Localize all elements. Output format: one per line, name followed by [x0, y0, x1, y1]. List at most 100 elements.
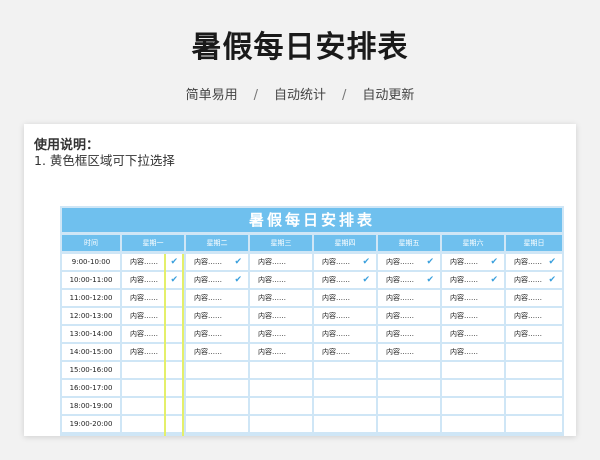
schedule-cell[interactable]: [186, 362, 248, 378]
schedule-cell[interactable]: 内容……: [378, 344, 440, 360]
column-header: 星期四: [314, 235, 376, 251]
schedule-cell[interactable]: [506, 344, 562, 360]
schedule-cell[interactable]: [378, 380, 440, 396]
schedule-cell[interactable]: 内容…… ✔: [314, 254, 376, 270]
cell-content: 内容……: [322, 258, 350, 266]
schedule-cell[interactable]: 内容……: [314, 326, 376, 342]
schedule-cell[interactable]: [250, 380, 312, 396]
check-icon[interactable]: ✔: [170, 272, 178, 288]
schedule-cell[interactable]: 内容……: [250, 254, 312, 270]
schedule-cell[interactable]: 内容……: [122, 290, 184, 306]
check-icon[interactable]: ✔: [548, 254, 556, 270]
schedule-cell[interactable]: 内容……: [122, 308, 184, 324]
feature-auto-update: 自动更新: [362, 88, 415, 103]
cell-content: 内容……: [514, 294, 542, 302]
schedule-cell[interactable]: 内容……: [250, 308, 312, 324]
check-icon[interactable]: ✔: [490, 272, 498, 288]
check-icon[interactable]: ✔: [426, 254, 434, 270]
check-icon[interactable]: ✔: [362, 272, 370, 288]
cell-content: 内容……: [258, 330, 286, 338]
check-icon[interactable]: ✔: [170, 254, 178, 270]
schedule-cell[interactable]: 内容……: [186, 290, 248, 306]
schedule-cell[interactable]: 内容……: [250, 290, 312, 306]
schedule-cell[interactable]: 内容……: [378, 308, 440, 324]
schedule-cell[interactable]: 内容……: [250, 344, 312, 360]
schedule-cell[interactable]: 内容……: [186, 326, 248, 342]
schedule-cell[interactable]: [314, 380, 376, 396]
check-icon[interactable]: ✔: [234, 254, 242, 270]
schedule-cell[interactable]: 内容……: [378, 326, 440, 342]
cell-content: 内容……: [194, 276, 222, 284]
schedule-cell[interactable]: 内容……: [506, 290, 562, 306]
schedule-cell[interactable]: [506, 362, 562, 378]
schedule-cell[interactable]: [378, 398, 440, 414]
schedule-cell[interactable]: 内容……: [250, 326, 312, 342]
check-icon[interactable]: ✔: [490, 254, 498, 270]
column-header: 时间: [62, 235, 120, 251]
schedule-cell[interactable]: [442, 398, 504, 414]
schedule-cell[interactable]: 内容……: [506, 308, 562, 324]
schedule-cell[interactable]: [314, 398, 376, 414]
cell-content: 内容……: [258, 348, 286, 356]
schedule-cell[interactable]: 内容……: [122, 326, 184, 342]
schedule-cell[interactable]: [250, 398, 312, 414]
schedule-cell[interactable]: 内容……: [186, 308, 248, 324]
schedule-cell[interactable]: 内容…… ✔: [122, 254, 184, 270]
schedule-cell[interactable]: [122, 416, 184, 432]
schedule-cell[interactable]: [442, 362, 504, 378]
schedule-cell[interactable]: [250, 362, 312, 378]
schedule-cell[interactable]: 内容…… ✔: [314, 272, 376, 288]
schedule-cell[interactable]: [314, 416, 376, 432]
cell-content: 内容……: [258, 294, 286, 302]
schedule-cell[interactable]: 内容……: [186, 344, 248, 360]
check-icon[interactable]: ✔: [426, 272, 434, 288]
schedule-cell[interactable]: [122, 398, 184, 414]
schedule-cell[interactable]: 内容……: [122, 344, 184, 360]
schedule-cell[interactable]: [442, 416, 504, 432]
schedule-cell[interactable]: 内容……: [314, 308, 376, 324]
schedule-cell[interactable]: 内容……: [442, 344, 504, 360]
schedule-cell[interactable]: 内容…… ✔: [378, 272, 440, 288]
schedule-cell[interactable]: 内容…… ✔: [122, 272, 184, 288]
schedule-cell[interactable]: [442, 380, 504, 396]
schedule-cell[interactable]: 内容……: [314, 344, 376, 360]
schedule-cell[interactable]: [122, 380, 184, 396]
cell-content: 内容……: [194, 348, 222, 356]
schedule-cell[interactable]: [506, 380, 562, 396]
cell-content: 内容……: [450, 312, 478, 320]
schedule-cell[interactable]: 内容……: [442, 308, 504, 324]
schedule-cell[interactable]: 内容…… ✔: [442, 254, 504, 270]
cell-content: 内容……: [130, 348, 158, 356]
schedule-cell[interactable]: 内容…… ✔: [506, 254, 562, 270]
schedule-cell[interactable]: 内容…… ✔: [442, 272, 504, 288]
schedule-cell[interactable]: 内容…… ✔: [186, 272, 248, 288]
schedule-cell[interactable]: [250, 416, 312, 432]
cell-content: 内容……: [386, 258, 414, 266]
schedule-cell[interactable]: [506, 398, 562, 414]
schedule-cell[interactable]: [186, 398, 248, 414]
schedule-cell[interactable]: 内容……: [442, 326, 504, 342]
schedule-cell[interactable]: 内容……: [378, 290, 440, 306]
schedule-cell[interactable]: 内容……: [442, 290, 504, 306]
schedule-cell[interactable]: 内容…… ✔: [186, 254, 248, 270]
schedule-cell[interactable]: [378, 416, 440, 432]
check-icon[interactable]: ✔: [362, 254, 370, 270]
schedule-cell[interactable]: 内容…… ✔: [378, 254, 440, 270]
schedule-cell[interactable]: 内容……: [250, 272, 312, 288]
schedule-cell[interactable]: 内容……: [314, 290, 376, 306]
schedule-cell[interactable]: 内容…… ✔: [506, 272, 562, 288]
schedule-cell[interactable]: [314, 362, 376, 378]
schedule-cell[interactable]: [122, 362, 184, 378]
feature-easy: 简单易用: [185, 88, 238, 103]
schedule-cell[interactable]: 内容……: [506, 326, 562, 342]
dropdown-region-marker: [164, 254, 166, 436]
check-icon[interactable]: ✔: [548, 272, 556, 288]
schedule-cell[interactable]: [186, 416, 248, 432]
feature-separator: /: [342, 88, 347, 103]
schedule-cell[interactable]: [378, 362, 440, 378]
schedule-cell[interactable]: [506, 416, 562, 432]
time-slot: 13:00-14:00: [62, 326, 120, 342]
schedule-cell[interactable]: [186, 380, 248, 396]
check-icon[interactable]: ✔: [234, 272, 242, 288]
cell-content: 内容……: [258, 276, 286, 284]
